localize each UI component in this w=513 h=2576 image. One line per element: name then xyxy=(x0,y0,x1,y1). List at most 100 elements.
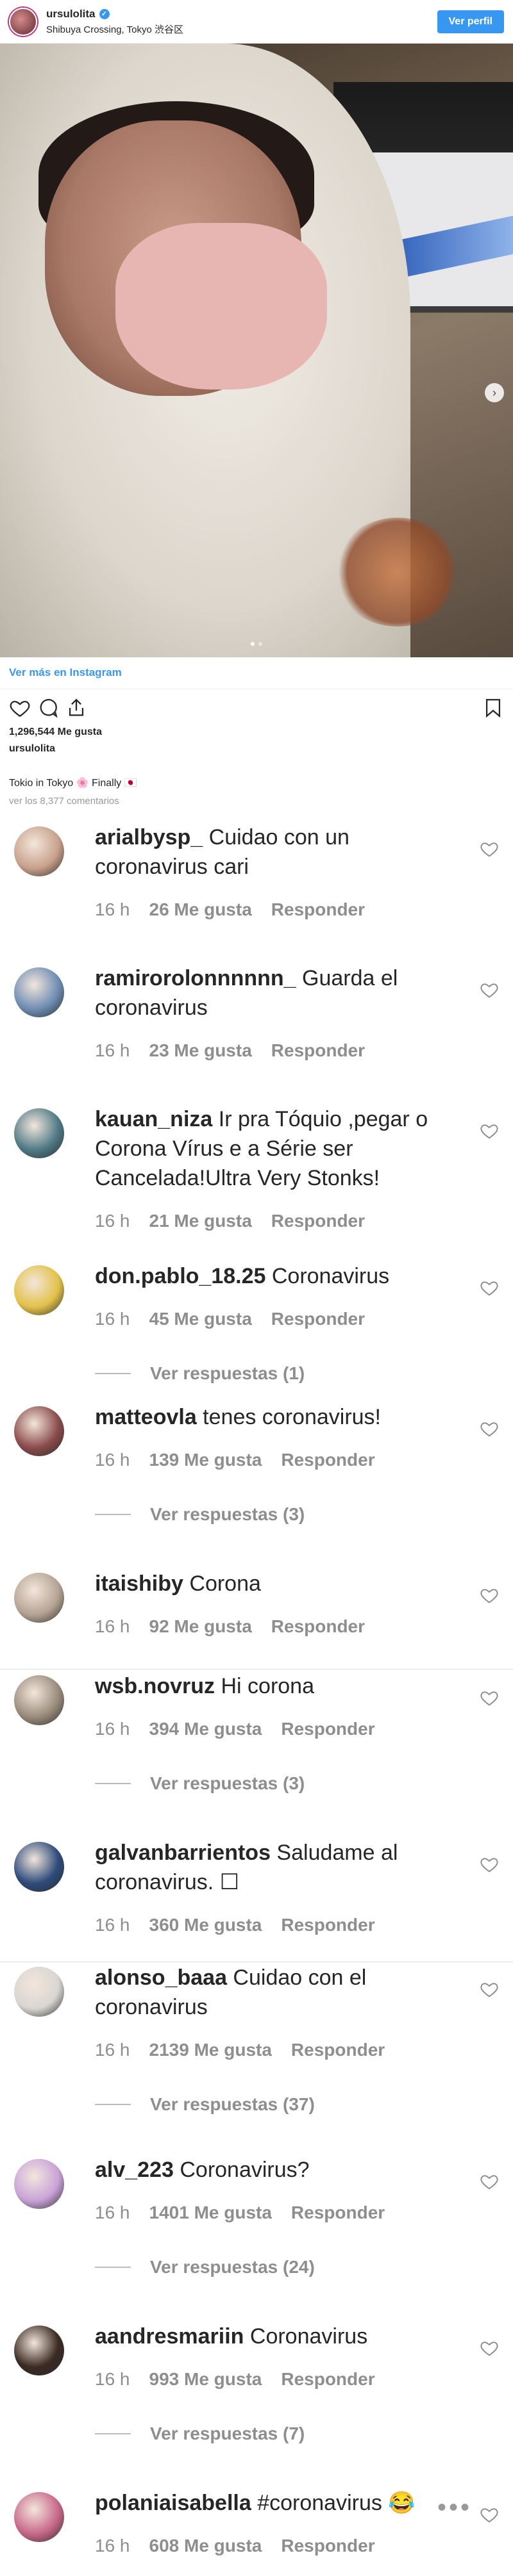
comment-meta: 16 h 23 Me gusta Responder xyxy=(95,1040,365,1061)
view-replies-link[interactable]: Ver respuestas (7) xyxy=(95,2424,305,2444)
comment-avatar[interactable] xyxy=(14,2492,64,2542)
comment-avatar[interactable] xyxy=(14,826,64,876)
comment-time: 16 h xyxy=(95,1211,130,1231)
comment-time: 16 h xyxy=(95,1040,130,1060)
like-comment-heart-icon[interactable] xyxy=(480,1419,499,1438)
comment-username[interactable]: don.pablo_18.25 xyxy=(95,1264,265,1288)
comment-username[interactable]: galvanbarrientos xyxy=(95,1841,271,1865)
view-replies-label: Ver respuestas (3) xyxy=(150,1504,305,1524)
view-replies-link[interactable]: Ver respuestas (37) xyxy=(95,2094,315,2115)
view-replies-label: Ver respuestas (3) xyxy=(150,1773,305,1793)
comment-username[interactable]: arialbysp_ xyxy=(95,825,203,849)
view-replies-link[interactable]: Ver respuestas (1) xyxy=(95,1363,305,1384)
comment-avatar[interactable] xyxy=(14,1573,64,1623)
reply-button[interactable]: Responder xyxy=(271,1309,365,1329)
comment-likes[interactable]: 608 Me gusta xyxy=(149,2536,262,2556)
comment-avatar[interactable] xyxy=(14,2159,64,2209)
avatar[interactable] xyxy=(9,7,37,36)
reply-button[interactable]: Responder xyxy=(271,1211,365,1231)
reply-button[interactable]: Responder xyxy=(281,1719,374,1739)
view-profile-button[interactable]: Ver perfil xyxy=(437,10,504,33)
reply-button[interactable]: Responder xyxy=(281,2369,374,2390)
comment-avatar[interactable] xyxy=(14,1842,64,1892)
reply-button[interactable]: Responder xyxy=(271,899,365,920)
post-photo[interactable]: › xyxy=(0,44,513,657)
comment-message: Coronavirus? xyxy=(173,2158,310,2182)
comment-likes[interactable]: 21 Me gusta xyxy=(149,1211,252,1231)
like-comment-heart-icon[interactable] xyxy=(480,2505,499,2524)
comment-username[interactable]: alv_223 xyxy=(95,2158,174,2182)
comment-message: tenes coronavirus! xyxy=(196,1405,381,1429)
comment-username[interactable]: matteovla xyxy=(95,1405,197,1429)
comment-text: alonso_baaa Cuidao con el coronavirus xyxy=(95,1963,462,2022)
comment-options-icon[interactable]: ••• xyxy=(437,2493,472,2522)
comment-likes[interactable]: 92 Me gusta xyxy=(149,1616,252,1637)
comment-meta: 16 h 394 Me gusta Responder xyxy=(95,1719,375,1739)
comment-text: matteovla tenes coronavirus! xyxy=(95,1402,462,1432)
like-comment-heart-icon[interactable] xyxy=(480,1688,499,1707)
comment-likes[interactable]: 394 Me gusta xyxy=(149,1719,262,1739)
comment-likes[interactable]: 26 Me gusta xyxy=(149,899,252,920)
comment-likes[interactable]: 2139 Me gusta xyxy=(149,2040,272,2060)
comment-username[interactable]: polaniaisabella xyxy=(95,2491,251,2515)
likes-count[interactable]: 1,296,544 Me gusta xyxy=(9,726,102,738)
comment-avatar[interactable] xyxy=(14,1265,64,1315)
view-replies-label: Ver respuestas (24) xyxy=(150,2257,315,2277)
reply-button[interactable]: Responder xyxy=(291,2040,385,2060)
comment-avatar[interactable] xyxy=(14,2326,64,2375)
comment-meta: 16 h 139 Me gusta Responder xyxy=(95,1450,375,1470)
comment-username[interactable]: aandresmariin xyxy=(95,2324,244,2349)
like-comment-heart-icon[interactable] xyxy=(480,2172,499,2191)
like-comment-heart-icon[interactable] xyxy=(480,1121,499,1140)
comment-likes[interactable]: 360 Me gusta xyxy=(149,1915,262,1935)
comment-likes[interactable]: 993 Me gusta xyxy=(149,2369,262,2390)
reply-button[interactable]: Responder xyxy=(291,2203,385,2223)
reply-button[interactable]: Responder xyxy=(281,1450,374,1470)
comment-avatar[interactable] xyxy=(14,1108,64,1158)
comment-username[interactable]: itaishiby xyxy=(95,1571,183,1596)
bookmark-icon[interactable] xyxy=(482,697,504,719)
action-bar xyxy=(9,697,504,720)
view-replies-link[interactable]: Ver respuestas (24) xyxy=(95,2257,315,2277)
comment-username[interactable]: alonso_baaa xyxy=(95,1965,227,1990)
like-comment-heart-icon[interactable] xyxy=(480,1980,499,1999)
comment-avatar[interactable] xyxy=(14,1967,64,2017)
comment-icon[interactable] xyxy=(37,697,59,719)
like-comment-heart-icon[interactable] xyxy=(480,1278,499,1297)
comment-username[interactable]: kauan_niza xyxy=(95,1107,212,1131)
reply-button[interactable]: Responder xyxy=(281,2536,374,2556)
view-replies-link[interactable]: Ver respuestas (3) xyxy=(95,1504,305,1525)
like-comment-heart-icon[interactable] xyxy=(480,980,499,999)
comment-username[interactable]: ramirorolonnnnnn_ xyxy=(95,966,296,990)
view-more-link[interactable]: Ver más en Instagram xyxy=(9,666,122,679)
share-icon[interactable] xyxy=(65,697,87,719)
location[interactable]: Shibuya Crossing, Tokyo 渋谷区 xyxy=(46,22,437,36)
like-comment-heart-icon[interactable] xyxy=(480,839,499,858)
comment-text: ramirorolonnnnnn_ Guarda el coronavirus xyxy=(95,964,462,1022)
comment-message: Hi corona xyxy=(215,1674,314,1698)
comment-text: wsb.novruz Hi corona xyxy=(95,1671,462,1701)
comment-text: itaishiby Corona xyxy=(95,1569,462,1598)
comment-likes[interactable]: 23 Me gusta xyxy=(149,1040,252,1061)
username[interactable]: ursulolita xyxy=(46,8,96,21)
reply-button[interactable]: Responder xyxy=(271,1616,365,1637)
reply-button[interactable]: Responder xyxy=(271,1040,365,1061)
heart-icon[interactable] xyxy=(9,697,31,719)
caption-username[interactable]: ursulolita xyxy=(9,743,55,755)
like-comment-heart-icon[interactable] xyxy=(480,2338,499,2358)
comment-likes[interactable]: 139 Me gusta xyxy=(149,1450,262,1470)
view-all-comments-link[interactable]: ver los 8,377 comentarios xyxy=(9,796,119,807)
like-comment-heart-icon[interactable] xyxy=(480,1855,499,1874)
comment-meta: 16 h 1401 Me gusta Responder xyxy=(95,2203,385,2223)
view-replies-link[interactable]: Ver respuestas (3) xyxy=(95,1773,305,1794)
comment-avatar[interactable] xyxy=(14,967,64,1017)
next-photo-icon[interactable]: › xyxy=(485,383,504,402)
comment-likes[interactable]: 45 Me gusta xyxy=(149,1309,252,1329)
comment-message: #coronavirus 😂 xyxy=(251,2491,416,2515)
comment-avatar[interactable] xyxy=(14,1675,64,1725)
comment-avatar[interactable] xyxy=(14,1406,64,1456)
comment-username[interactable]: wsb.novruz xyxy=(95,1674,215,1698)
comment-likes[interactable]: 1401 Me gusta xyxy=(149,2203,272,2223)
like-comment-heart-icon[interactable] xyxy=(480,1586,499,1605)
reply-button[interactable]: Responder xyxy=(281,1915,374,1935)
